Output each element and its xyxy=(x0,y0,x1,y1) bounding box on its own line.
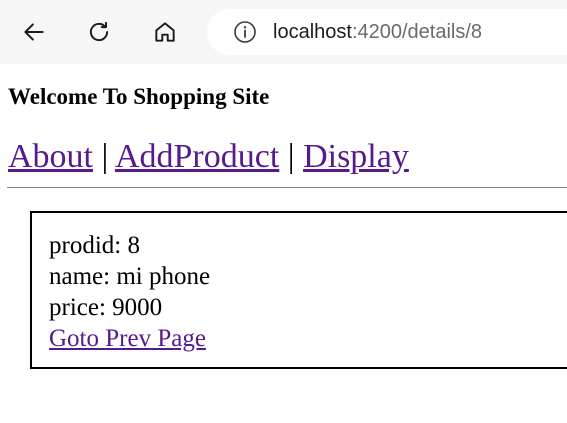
url-text[interactable]: localhost:4200/details/8 xyxy=(273,21,482,44)
nav-link-add-product[interactable]: AddProduct xyxy=(115,138,279,175)
reload-button[interactable] xyxy=(79,12,119,52)
address-bar[interactable]: localhost:4200/details/8 xyxy=(207,9,567,55)
page-content: Welcome To Shopping Site About | AddProd… xyxy=(0,64,567,423)
back-arrow-icon xyxy=(24,23,44,41)
nav-link-display[interactable]: Display xyxy=(303,138,409,175)
info-icon[interactable] xyxy=(233,20,257,44)
product-price: price: 9000 xyxy=(49,294,163,321)
url-path: :4200/details/8 xyxy=(351,20,483,43)
site-title: Welcome To Shopping Site xyxy=(8,84,270,109)
nav-separator: | xyxy=(287,138,295,175)
browser-toolbar: localhost:4200/details/8 xyxy=(0,0,567,64)
home-icon xyxy=(155,22,175,42)
product-id: prodid: 8 xyxy=(49,232,140,259)
nav-separator: | xyxy=(101,138,109,175)
divider xyxy=(7,187,567,188)
product-name: name: mi phone xyxy=(49,263,211,290)
url-host: localhost xyxy=(273,20,352,43)
product-details-card: prodid: 8 name: mi phone price: 9000 Got… xyxy=(30,211,567,369)
back-button[interactable] xyxy=(14,12,54,52)
reload-icon xyxy=(89,21,109,42)
home-button[interactable] xyxy=(145,12,185,52)
goto-prev-page-link[interactable]: Goto Prev Page xyxy=(49,325,206,352)
main-nav: About | AddProduct | Display xyxy=(8,138,409,176)
nav-link-about[interactable]: About xyxy=(8,138,93,175)
